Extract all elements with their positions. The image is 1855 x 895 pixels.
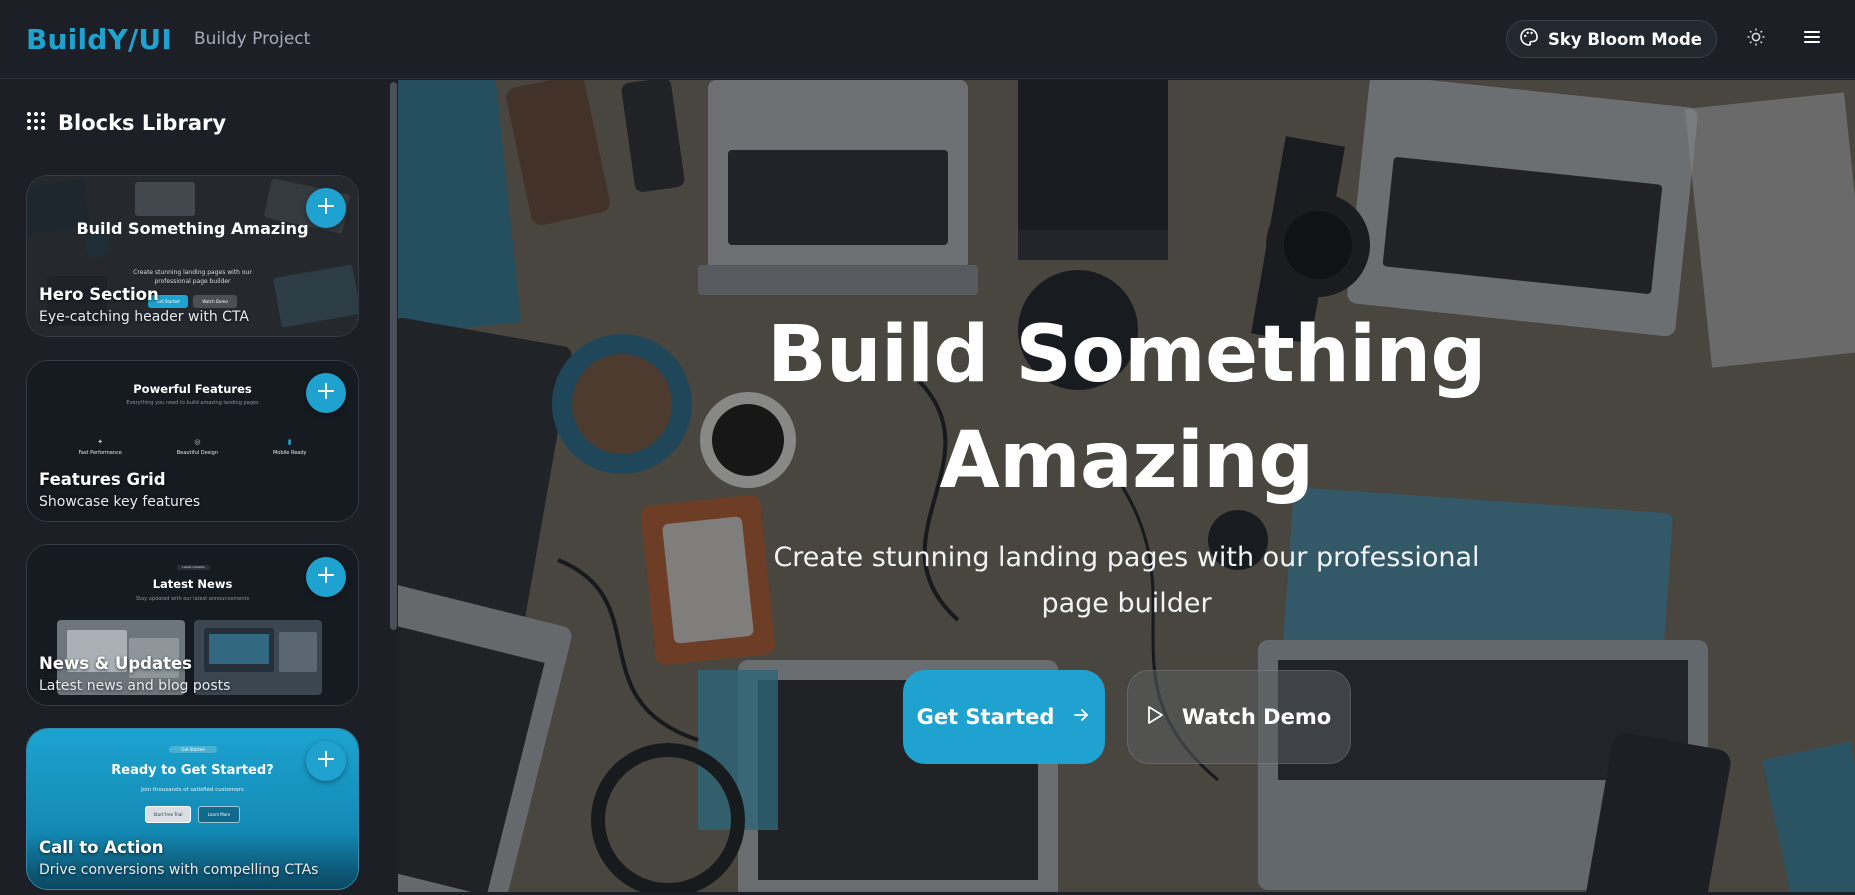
plus-icon	[317, 382, 335, 404]
block-card-hero-section[interactable]: Build Something Amazing Create stunning …	[26, 175, 359, 337]
palette-icon: ◎	[194, 438, 201, 446]
get-started-button[interactable]: Get Started	[902, 670, 1105, 764]
hero-buttons: Get Started Watch Demo	[398, 670, 1855, 764]
play-icon	[1146, 705, 1164, 730]
card-preview-primary-btn: Start Free Trial	[145, 806, 191, 823]
topbar-actions: Sky Bloom Mode	[1506, 20, 1829, 58]
block-card-news-updates[interactable]: Latest Updates Latest News Stay updated …	[26, 544, 359, 706]
project-name: Buildy Project	[193, 29, 311, 49]
hero-content: Build Something Amazing Create stunning …	[398, 80, 1855, 895]
add-block-button[interactable]	[306, 373, 346, 413]
card-preview-badge: Get Started	[169, 746, 217, 753]
card-preview-secondary-btn: Watch Demo	[193, 295, 237, 308]
watch-demo-button[interactable]: Watch Demo	[1126, 670, 1351, 764]
rocket-icon: ✦	[97, 438, 104, 446]
card-preview-feature: ◎ Beautiful Design	[177, 438, 218, 456]
plus-icon	[317, 197, 335, 219]
get-started-label: Get Started	[916, 705, 1055, 729]
block-card-title: Features Grid	[39, 470, 166, 489]
brand-logo[interactable]: BuildY/UI	[26, 23, 172, 56]
card-preview-feature-list: ✦ Fast Performance ◎ Beautiful Design ▮ …	[27, 438, 358, 456]
card-preview-badge: Latest Updates	[177, 565, 210, 570]
watch-demo-label: Watch Demo	[1181, 705, 1332, 729]
card-preview-feature-label: Mobile Ready	[272, 450, 307, 456]
theme-toggle-button[interactable]	[1739, 22, 1773, 56]
hero-subtitle: Create stunning landing pages with our p…	[398, 535, 1855, 627]
hero-title-line: Build Something	[767, 310, 1486, 400]
card-preview-sub: Create stunning landing pages with our p…	[133, 269, 252, 285]
block-card-title: Hero Section	[39, 285, 159, 304]
hero-subtitle-line: page builder	[1041, 588, 1212, 619]
hero-subtitle-line: Create stunning landing pages with our p…	[773, 542, 1480, 573]
plus-icon	[317, 750, 335, 772]
card-preview-feature: ✦ Fast Performance	[78, 438, 121, 456]
card-preview-sub: Join thousands of satisfied customers	[141, 787, 244, 793]
sidebar-title: Blocks Library	[58, 111, 227, 135]
hero-title: Build Something Amazing	[398, 302, 1855, 514]
palette-icon	[1519, 27, 1539, 51]
card-preview-feature-label: Fast Performance	[78, 450, 122, 456]
sun-icon	[1746, 27, 1766, 51]
top-bar: BuildY/UI Buildy Project Sky Bloom Mode	[0, 0, 1855, 79]
block-card-features-grid[interactable]: Powerful Features Everything you need to…	[26, 360, 359, 522]
block-card-title: News & Updates	[39, 654, 192, 673]
block-card-title: Call to Action	[39, 838, 164, 857]
plus-icon	[317, 566, 335, 588]
phone-icon: ▮	[287, 438, 292, 446]
card-preview-feature-label: Beautiful Design	[176, 450, 219, 456]
hero-section: Build Something Amazing Create stunning …	[398, 80, 1855, 895]
card-preview-sub: Stay updated with our latest announcemen…	[135, 596, 250, 602]
block-card-description: Drive conversions with compelling CTAs	[39, 862, 319, 878]
block-card-description: Latest news and blog posts	[39, 678, 231, 694]
hamburger-menu-icon	[1802, 28, 1822, 50]
menu-button[interactable]	[1795, 22, 1829, 56]
add-block-button[interactable]	[306, 557, 346, 597]
blocks-sidebar: Blocks Library Build Something Amazing C…	[0, 80, 398, 895]
add-block-button[interactable]	[306, 188, 346, 228]
theme-mode-label: Sky Bloom Mode	[1548, 29, 1702, 49]
hero-title-line: Amazing	[939, 416, 1314, 506]
grid-dots-icon	[26, 111, 46, 135]
card-preview-heading: Build Something Amazing	[76, 219, 309, 238]
block-card-call-to-action[interactable]: Get Started Ready to Get Started? Join t…	[26, 728, 359, 890]
sidebar-scrollbar[interactable]	[390, 82, 397, 630]
arrow-right-icon	[1072, 705, 1090, 729]
add-block-button[interactable]	[306, 741, 346, 781]
card-preview-feature: ▮ Mobile Ready	[273, 438, 307, 456]
block-card-description: Eye-catching header with CTA	[39, 309, 249, 325]
sidebar-header: Blocks Library	[26, 111, 226, 135]
card-preview-secondary-btn: Learn More	[198, 806, 240, 823]
block-card-description: Showcase key features	[39, 494, 201, 510]
theme-mode-button[interactable]: Sky Bloom Mode	[1506, 20, 1717, 58]
